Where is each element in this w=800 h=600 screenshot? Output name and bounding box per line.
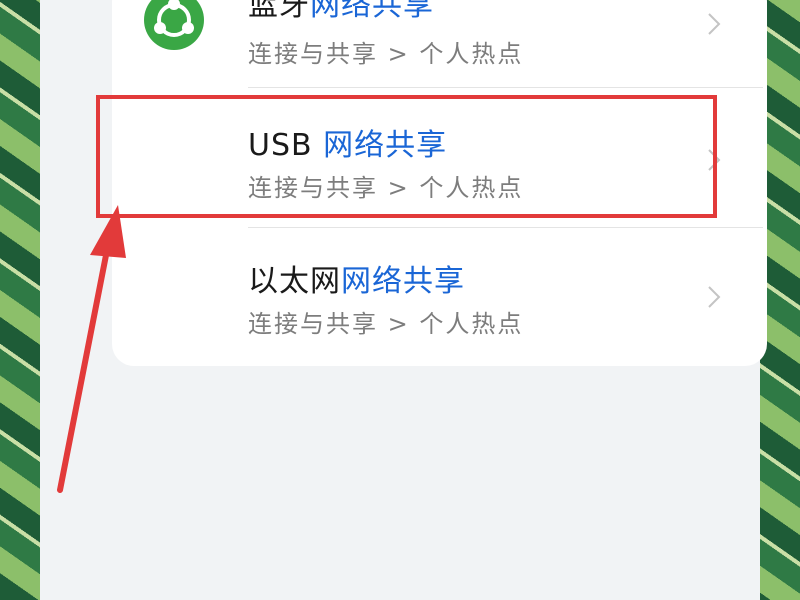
title-highlight: 网络共享 xyxy=(323,128,448,163)
title-text: 以太网 xyxy=(248,264,341,299)
result-item-usb-tethering[interactable]: USB 网络共享 连接与共享 > 个人热点 xyxy=(112,92,767,220)
phone-screen: 蓝牙网络共享 连接与共享 > 个人热点 USB 网络共享 连接与共享 > 个人热… xyxy=(40,0,767,600)
result-subtitle: 连接与共享 > 个人热点 xyxy=(248,40,524,68)
result-title: 蓝牙网络共享 xyxy=(248,0,434,24)
result-item-bluetooth-tethering[interactable]: 蓝牙网络共享 连接与共享 > 个人热点 xyxy=(112,0,767,76)
chevron-right-icon xyxy=(708,149,721,171)
result-title: USB 网络共享 xyxy=(248,120,447,164)
chevron-right-icon xyxy=(708,286,721,308)
title-text: USB xyxy=(248,128,324,163)
title-text: 蓝牙 xyxy=(248,0,310,23)
divider xyxy=(248,87,763,88)
share-icon xyxy=(144,0,204,50)
chevron-right-icon xyxy=(708,13,721,35)
title-highlight: 网络共享 xyxy=(310,0,434,23)
search-results-card: 蓝牙网络共享 连接与共享 > 个人热点 USB 网络共享 连接与共享 > 个人热… xyxy=(112,0,767,366)
title-highlight: 网络共享 xyxy=(341,264,465,299)
result-title: 以太网网络共享 xyxy=(248,256,465,300)
result-item-ethernet-tethering[interactable]: 以太网网络共享 连接与共享 > 个人热点 xyxy=(112,228,767,358)
result-subtitle: 连接与共享 > 个人热点 xyxy=(248,310,524,338)
result-subtitle: 连接与共享 > 个人热点 xyxy=(248,174,524,202)
